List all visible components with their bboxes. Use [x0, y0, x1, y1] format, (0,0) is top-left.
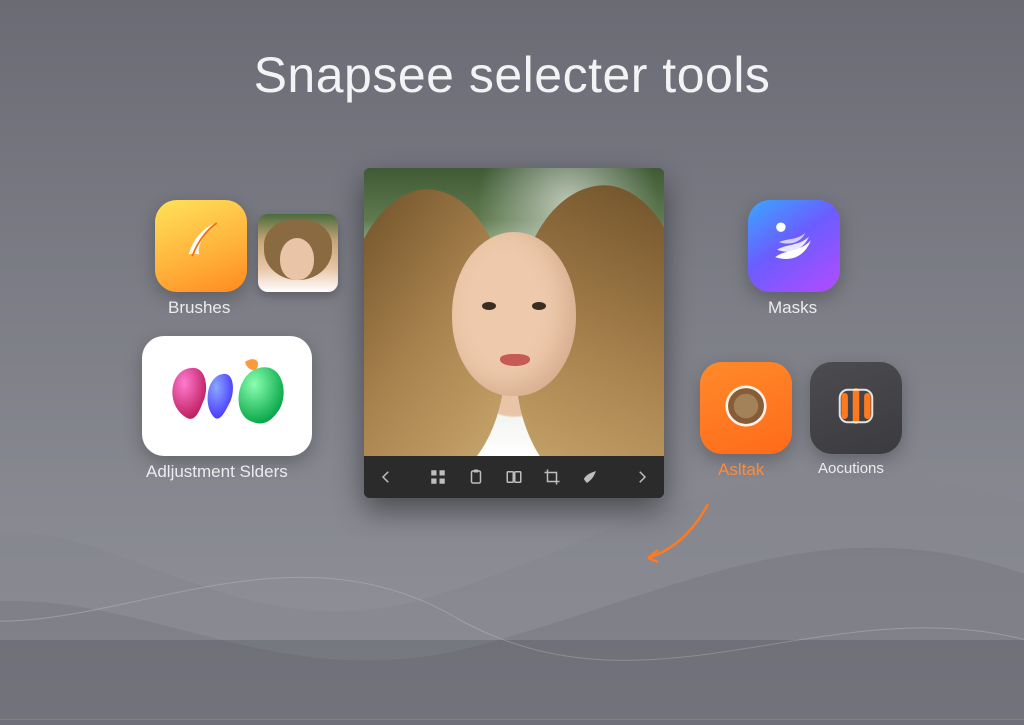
ring-icon [718, 378, 774, 439]
tool-masks[interactable] [748, 200, 840, 292]
sample-thumbnail[interactable] [258, 214, 338, 292]
editor-card [364, 168, 664, 498]
tool-masks-label: Masks [768, 298, 817, 318]
tool-adjustment-label: Adljustment Slders [146, 462, 288, 482]
tool-brushes[interactable] [155, 200, 247, 292]
tool-aocutions-label: Aocutions [818, 460, 884, 477]
blobs-icon [157, 346, 297, 447]
page-title: Snapsee selecter tools [0, 46, 1024, 104]
tool-brushes-label: Brushes [168, 298, 230, 318]
tool-adjustment-sliders[interactable] [142, 336, 312, 456]
grid-icon[interactable] [428, 467, 448, 487]
connector-arrow [636, 500, 716, 570]
next-icon[interactable] [632, 467, 652, 487]
bars-icon [830, 380, 882, 437]
crop-icon[interactable] [542, 467, 562, 487]
feather-icon [173, 216, 229, 277]
paint-icon[interactable] [580, 467, 600, 487]
editor-toolbar [364, 456, 664, 498]
editor-photo[interactable] [364, 168, 664, 456]
prev-icon[interactable] [376, 467, 396, 487]
tool-asitak-label: Asltak [718, 460, 764, 480]
swoosh-icon [764, 214, 824, 279]
tool-asitak[interactable] [700, 362, 792, 454]
clipboard-icon[interactable] [466, 467, 486, 487]
tool-aocutions[interactable] [810, 362, 902, 454]
compare-icon[interactable] [504, 467, 524, 487]
